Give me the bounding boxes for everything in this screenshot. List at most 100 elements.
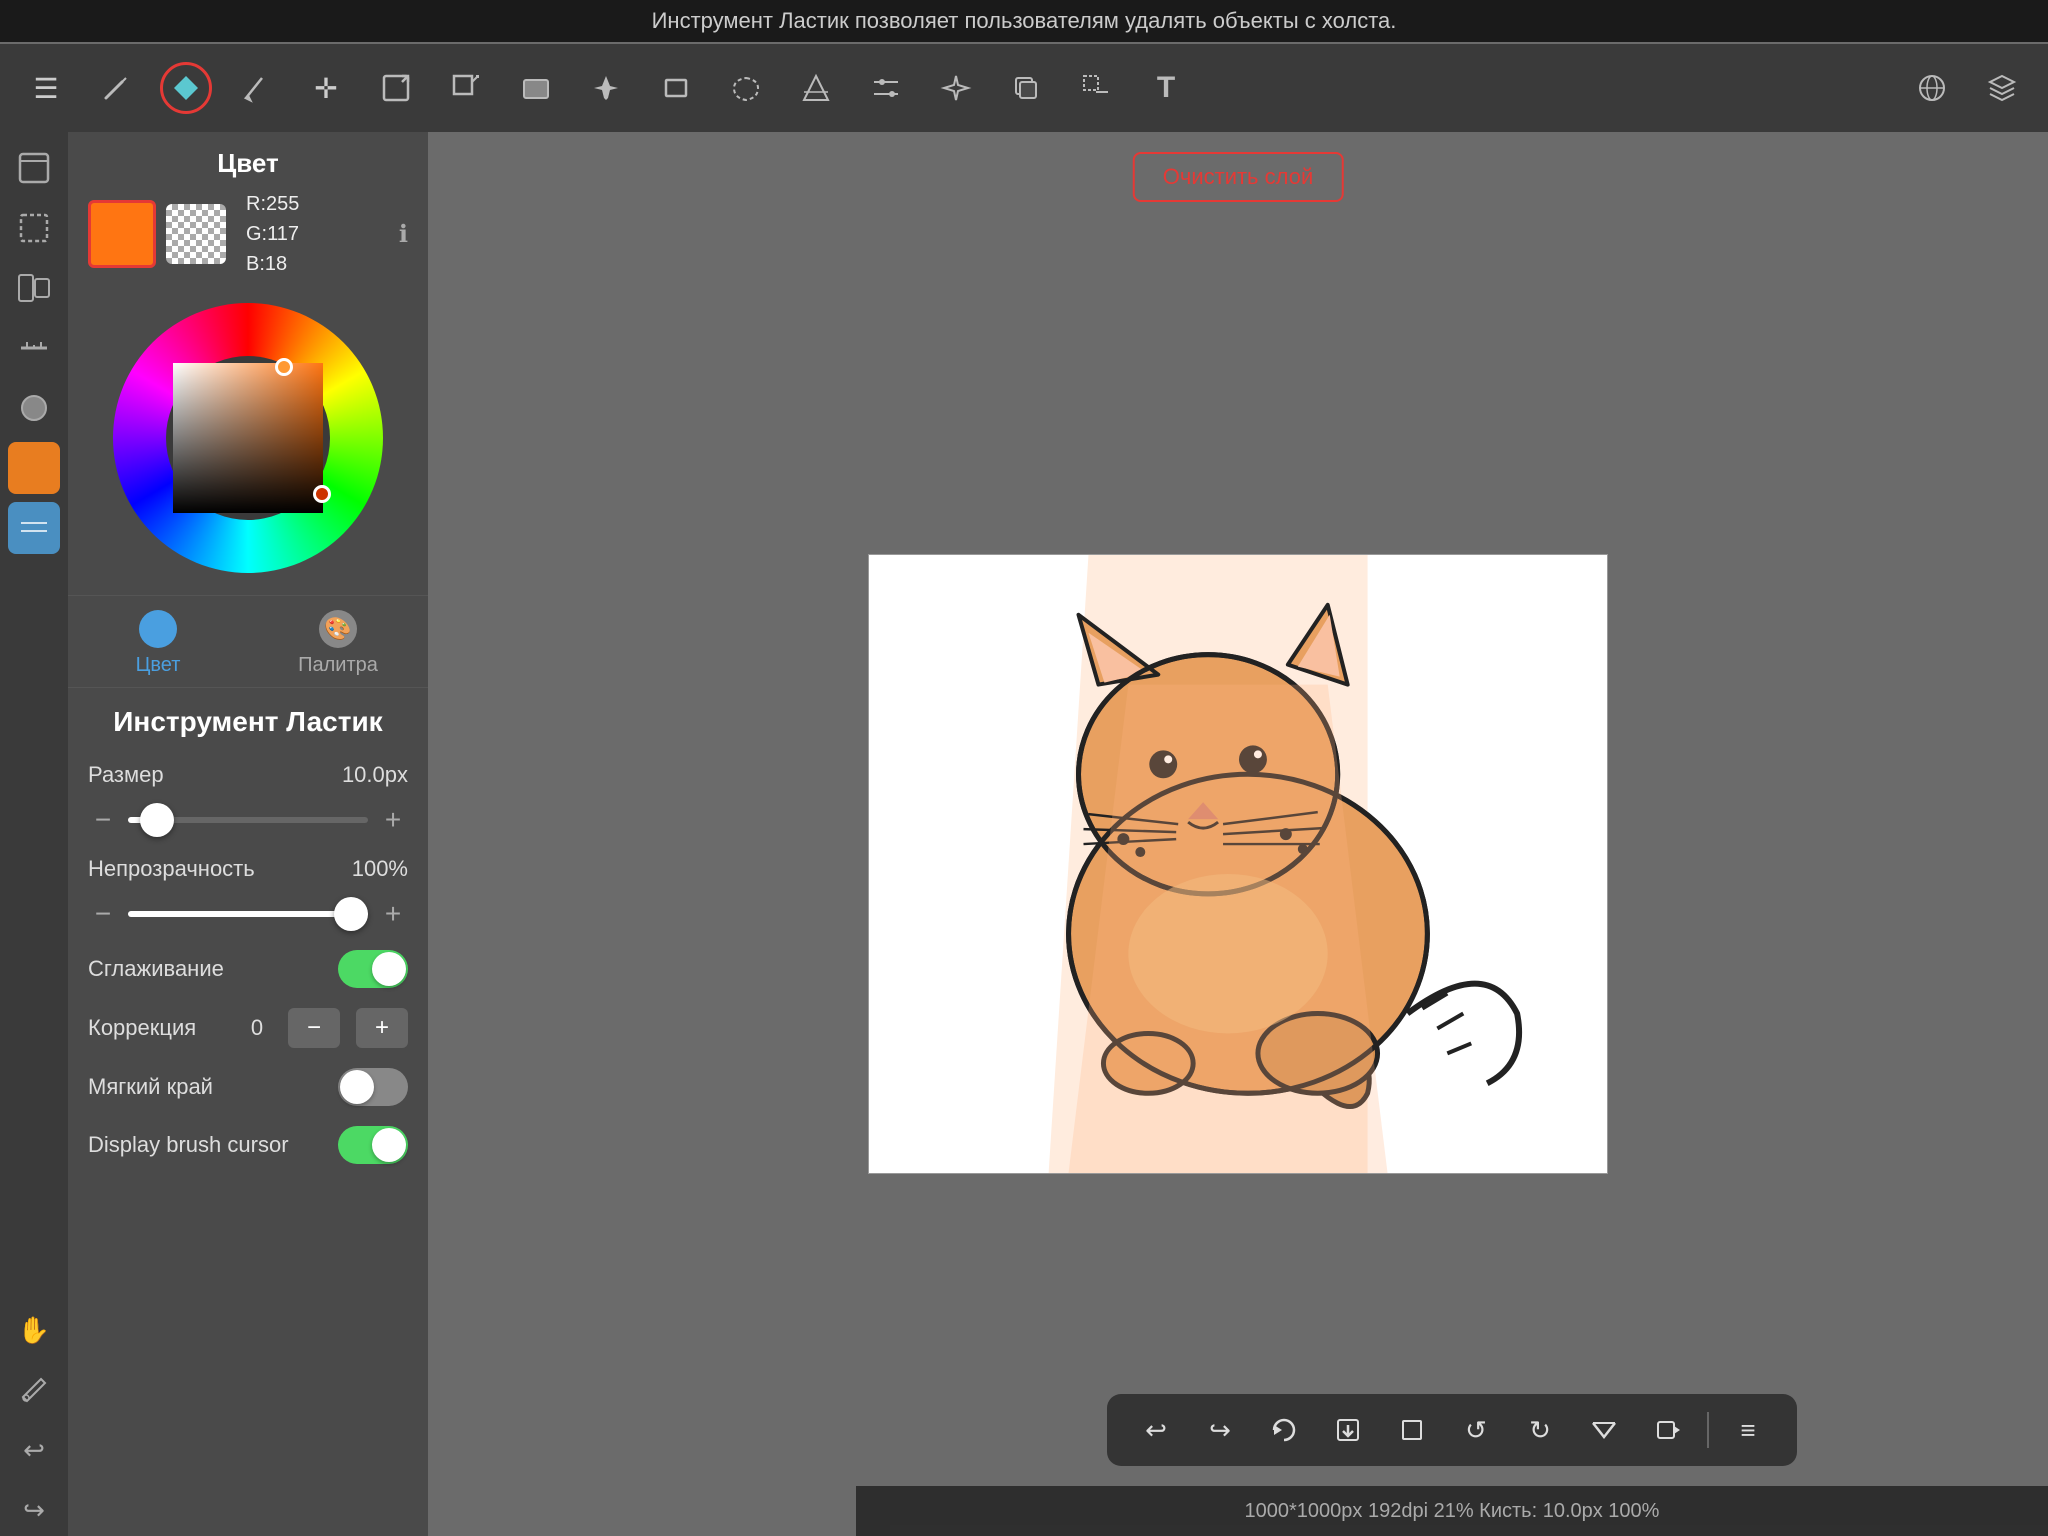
smoothing-toggle-knob (372, 952, 406, 986)
bottom-toolbar-container: ↩ ↪ ↺ ↻ (856, 1394, 2048, 1466)
color-values: R:255 G:117 B:18 (246, 189, 299, 279)
left-sidebar: ✋ ↩ ↪ (0, 132, 68, 1536)
color-wheel[interactable] (113, 303, 383, 573)
correction-label: Коррекция (88, 1015, 226, 1041)
display-brush-cursor-toggle[interactable] (338, 1126, 408, 1164)
soft-edge-setting-row: Мягкий край (68, 1058, 428, 1116)
bottom-rotate-free-button[interactable] (1255, 1404, 1313, 1456)
palette-tab-icon: 🎨 (319, 610, 357, 648)
palette-tab-label: Палитра (298, 654, 378, 677)
color-swatches: R:255 G:117 B:18 ℹ (68, 189, 428, 293)
color-section-title: Цвет (68, 132, 428, 189)
sidebar-new-canvas[interactable] (8, 142, 60, 194)
sidebar-adjustments[interactable] (8, 262, 60, 314)
toolbar-pencil-icon[interactable] (90, 62, 142, 114)
size-decrease-button[interactable]: − (88, 804, 118, 836)
display-brush-cursor-label: Display brush cursor (88, 1132, 289, 1158)
sidebar-hand[interactable]: ✋ (8, 1304, 60, 1356)
toolbar-wand-icon[interactable] (930, 62, 982, 114)
correction-row: Коррекция 0 − + (68, 998, 428, 1058)
toolbar-text-icon[interactable]: T (1140, 62, 1192, 114)
color-saturation-box[interactable] (173, 363, 323, 513)
toolbar-adjust-icon[interactable] (860, 62, 912, 114)
status-text: 1000*1000px 192dpi 21% Кисть: 10.0px 100… (1245, 1500, 1660, 1523)
opacity-increase-button[interactable]: + (378, 898, 408, 930)
toolbar-eraser-icon[interactable] (160, 62, 212, 114)
bottom-toolbar-divider (1707, 1412, 1709, 1448)
size-slider-thumb[interactable] (140, 803, 174, 837)
bottom-flip-button[interactable] (1575, 1404, 1633, 1456)
toolbar-menu-icon[interactable]: ☰ (20, 62, 72, 114)
notification-bar: Инструмент Ластик позволяет пользователя… (0, 0, 2048, 42)
toolbar-color-picker-icon[interactable] (790, 62, 842, 114)
size-setting-row: Размер 10.0px (68, 752, 428, 798)
secondary-color-swatch[interactable] (166, 204, 226, 264)
smoothing-setting-row: Сглаживание (68, 940, 428, 998)
canvas-area: Очистить слой (428, 132, 2048, 1536)
opacity-setting-row: Непрозрачность 100% (68, 846, 428, 892)
sidebar-brush[interactable] (8, 382, 60, 434)
bottom-menu-button[interactable]: ≡ (1719, 1404, 1777, 1456)
toolbar-select-transform-icon[interactable] (1070, 62, 1122, 114)
toolbar-lasso-icon[interactable] (720, 62, 772, 114)
toolbar-layers-icon[interactable] (1976, 62, 2028, 114)
toolbar-fill-selection-icon[interactable] (510, 62, 562, 114)
color-g-value: G:117 (246, 219, 299, 249)
sidebar-undo[interactable]: ↩ (8, 1424, 60, 1476)
opacity-slider-thumb[interactable] (334, 897, 368, 931)
smoothing-toggle[interactable] (338, 950, 408, 988)
opacity-label: Непрозрачность (88, 856, 255, 882)
canvas-drawing (869, 555, 1607, 1173)
sidebar-redo[interactable]: ↪ (8, 1484, 60, 1536)
main-toolbar: ☰ ✛ (0, 44, 2048, 132)
bottom-crop-button[interactable] (1383, 1404, 1441, 1456)
bottom-undo-button[interactable]: ↩ (1127, 1404, 1185, 1456)
color-b-value: B:18 (246, 249, 299, 279)
soft-edge-toggle[interactable] (338, 1068, 408, 1106)
size-label: Размер (88, 762, 218, 788)
toolbar-smudge-icon[interactable] (230, 62, 282, 114)
status-bar: 1000*1000px 192dpi 21% Кисть: 10.0px 100… (856, 1486, 2048, 1536)
hue-handle[interactable] (313, 485, 331, 503)
bottom-rotate-cw-button[interactable]: ↻ (1511, 1404, 1569, 1456)
color-tab[interactable]: Цвет (68, 596, 248, 687)
toolbar-share-icon[interactable] (1906, 62, 1958, 114)
toolbar-fill-icon[interactable] (580, 62, 632, 114)
correction-value: 0 (242, 1015, 272, 1041)
sidebar-selection[interactable] (8, 202, 60, 254)
clear-layer-button[interactable]: Очистить слой (1133, 152, 1344, 202)
size-increase-button[interactable]: + (378, 804, 408, 836)
color-wheel-container[interactable] (68, 293, 428, 591)
bottom-record-button[interactable] (1639, 1404, 1697, 1456)
toolbar-move-icon[interactable]: ✛ (300, 62, 352, 114)
toolbar-transform-icon[interactable] (440, 62, 492, 114)
opacity-decrease-button[interactable]: − (88, 898, 118, 930)
bottom-rotate-ccw-button[interactable]: ↺ (1447, 1404, 1505, 1456)
side-panel: Цвет R:255 G:117 B:18 ℹ Цвет 🎨 (68, 132, 428, 1536)
color-r-value: R:255 (246, 189, 299, 219)
soft-edge-toggle-knob (340, 1070, 374, 1104)
smoothing-label: Сглаживание (88, 956, 224, 982)
toolbar-duplicate-icon[interactable] (1000, 62, 1052, 114)
size-slider[interactable] (128, 817, 368, 823)
sidebar-current-color[interactable] (8, 442, 60, 494)
bottom-save-button[interactable] (1319, 1404, 1377, 1456)
palette-tab[interactable]: 🎨 Палитра (248, 596, 428, 687)
sidebar-ruler[interactable] (8, 322, 60, 374)
correction-decrease-button[interactable]: − (288, 1008, 340, 1048)
toolbar-canvas-resize-icon[interactable] (370, 62, 422, 114)
display-brush-cursor-knob (372, 1128, 406, 1162)
opacity-slider-fill (128, 911, 368, 917)
color-info-icon[interactable]: ℹ (399, 220, 408, 249)
toolbar-rectangle-icon[interactable] (650, 62, 702, 114)
opacity-value: 100% (352, 856, 408, 882)
opacity-slider[interactable] (128, 911, 368, 917)
canvas[interactable] (868, 554, 1608, 1174)
sidebar-eyedropper[interactable] (8, 1364, 60, 1416)
bottom-redo-button[interactable]: ↪ (1191, 1404, 1249, 1456)
primary-color-swatch[interactable] (88, 200, 156, 268)
saturation-handle[interactable] (275, 358, 293, 376)
bottom-tools: ↩ ↪ ↺ ↻ (1107, 1394, 1797, 1466)
correction-increase-button[interactable]: + (356, 1008, 408, 1048)
sidebar-layer[interactable] (8, 502, 60, 554)
